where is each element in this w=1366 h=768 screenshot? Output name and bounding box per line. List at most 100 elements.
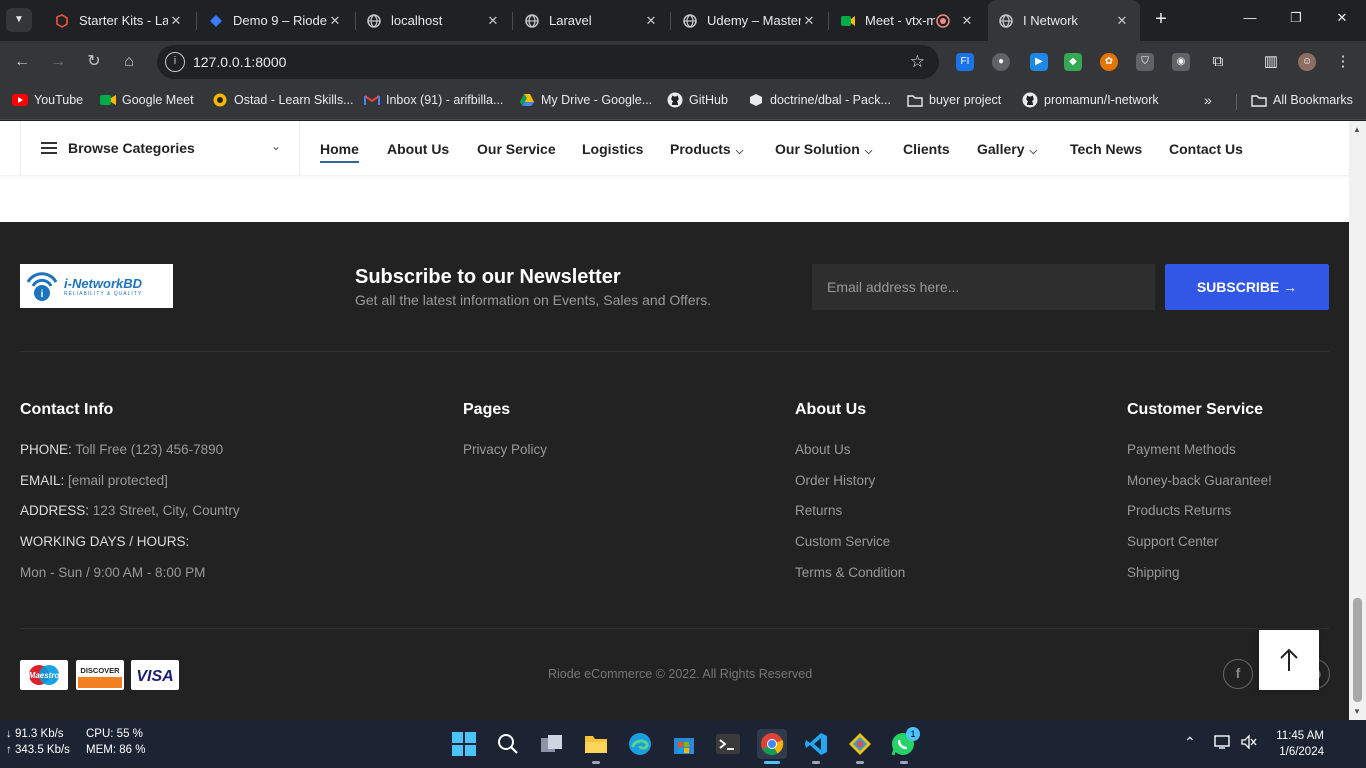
search-icon[interactable] [494, 730, 522, 758]
bookmark-ostad[interactable]: Ostad - Learn Skills... [212, 93, 354, 107]
extensions-puzzle-icon[interactable]: ⧉ [1209, 53, 1227, 71]
vscode-icon[interactable] [802, 730, 830, 758]
tab-laravel[interactable]: Laravel ✕ [514, 6, 669, 35]
footer-link-returns[interactable]: Returns [795, 503, 842, 518]
facebook-icon[interactable]: f [1223, 659, 1253, 689]
footer-link-money-back[interactable]: Money-back Guarantee! [1127, 473, 1272, 488]
forward-button[interactable]: → [48, 52, 68, 72]
scrollbar-thumb[interactable] [1353, 598, 1362, 702]
url-text[interactable]: 127.0.0.1:8000 [193, 54, 286, 70]
page-scrollbar[interactable]: ▲ ▼ [1349, 121, 1366, 720]
site-info-icon[interactable]: i [165, 52, 185, 72]
close-tab-icon[interactable]: ✕ [801, 13, 817, 29]
tab-meet[interactable]: Meet - vtx-m ✕ [830, 6, 985, 35]
nav-our-solution[interactable]: Our Solution ⌵ [775, 141, 872, 157]
bookmarks-overflow-icon[interactable]: » [1204, 92, 1212, 108]
close-tab-icon[interactable]: ✕ [327, 13, 343, 29]
side-panel-icon[interactable]: ▥ [1262, 53, 1280, 71]
close-window-button[interactable]: ✕ [1332, 10, 1352, 26]
bookmark-doctrine[interactable]: doctrine/dbal - Pack... [748, 93, 891, 107]
close-tab-icon[interactable]: ✕ [959, 13, 975, 29]
footer-logo[interactable]: i i-NetworkBD RELIABILITY & QUALITY [20, 264, 173, 308]
tab-localhost[interactable]: localhost ✕ [356, 6, 511, 35]
network-icon[interactable] [1214, 734, 1232, 753]
nav-logistics[interactable]: Logistics [582, 141, 643, 157]
extension-mouse-icon[interactable]: ● [992, 53, 1010, 71]
windows-start-icon[interactable] [450, 730, 478, 758]
folder-icon [1251, 93, 1267, 107]
bookmark-folder-buyer-project[interactable]: buyer project [907, 93, 1001, 107]
tab-starter-kits[interactable]: Starter Kits - Lara ✕ [44, 6, 194, 35]
browse-categories-dropdown[interactable]: Browse Categories ⌄ [20, 121, 300, 175]
chrome-menu-icon[interactable]: ⋮ [1334, 53, 1352, 71]
volume-muted-icon[interactable] [1240, 734, 1258, 753]
all-bookmarks-button[interactable]: All Bookmarks [1251, 93, 1353, 107]
restore-button[interactable]: ❐ [1286, 10, 1306, 26]
nav-tech-news[interactable]: Tech News [1070, 141, 1142, 157]
chrome-icon[interactable] [757, 729, 787, 759]
footer-link-products-returns[interactable]: Products Returns [1127, 503, 1231, 518]
extension-shield-icon[interactable]: ⛉ [1136, 53, 1154, 71]
task-view-icon[interactable] [538, 730, 566, 758]
back-button[interactable]: ← [12, 52, 32, 72]
bookmark-promamun[interactable]: promamun/I-network [1022, 92, 1159, 108]
scroll-up-arrow-icon[interactable]: ▲ [1353, 125, 1361, 134]
microsoft-store-icon[interactable] [670, 730, 698, 758]
contact-info-title: Contact Info [20, 401, 114, 418]
newsletter-email-input[interactable] [812, 264, 1155, 310]
nav-products[interactable]: Products ⌵ [670, 141, 743, 157]
extension-fi-icon[interactable]: FI [956, 53, 974, 71]
footer-link-privacy-policy[interactable]: Privacy Policy [463, 442, 547, 457]
footer-link-order-history[interactable]: Order History [795, 473, 875, 488]
phone-value[interactable]: Toll Free (123) 456-7890 [75, 442, 223, 457]
home-button[interactable]: ⌂ [119, 52, 139, 72]
git-kraken-icon[interactable] [846, 730, 874, 758]
nav-our-service[interactable]: Our Service [477, 141, 556, 157]
reload-button[interactable]: ↻ [84, 52, 104, 72]
scroll-to-top-button[interactable] [1259, 630, 1319, 690]
system-clock[interactable]: 11:45 AM 1/6/2024 [1268, 728, 1324, 760]
profile-avatar[interactable]: ☺ [1298, 53, 1316, 71]
tab-demo9-riode[interactable]: Demo 9 – Riode ✕ [198, 6, 353, 35]
footer-link-terms[interactable]: Terms & Condition [795, 565, 905, 580]
nav-clients[interactable]: Clients [903, 141, 950, 157]
email-value[interactable]: [email protected] [68, 473, 168, 488]
file-explorer-icon[interactable] [582, 730, 610, 758]
tab-udemy[interactable]: Udemy – Master ✕ [672, 6, 827, 35]
extension-camera-icon[interactable]: ◉ [1172, 53, 1190, 71]
copyright-text: Riode eCommerce © 2022. All Rights Reser… [548, 667, 813, 681]
bookmark-youtube[interactable]: YouTube [12, 93, 83, 107]
bookmark-my-drive[interactable]: My Drive - Google... [519, 93, 652, 107]
edge-icon[interactable] [626, 730, 654, 758]
chevron-up-icon[interactable]: ⌃ [1184, 734, 1196, 751]
scroll-down-arrow-icon[interactable]: ▼ [1353, 707, 1361, 716]
phone-label: PHONE: [20, 442, 72, 457]
extension-cookie-icon[interactable]: ✿ [1100, 53, 1118, 71]
footer-link-support-center[interactable]: Support Center [1127, 534, 1219, 549]
nav-gallery[interactable]: Gallery ⌵ [977, 141, 1037, 157]
footer-link-payment-methods[interactable]: Payment Methods [1127, 442, 1236, 457]
close-tab-icon[interactable]: ✕ [1114, 13, 1130, 29]
tab-search-button[interactable]: ▼ [6, 8, 32, 32]
terminal-icon[interactable] [714, 730, 742, 758]
bookmark-google-meet[interactable]: Google Meet [100, 93, 194, 107]
close-tab-icon[interactable]: ✕ [168, 13, 184, 29]
bookmark-star-icon[interactable]: ☆ [910, 52, 925, 72]
footer-link-custom-service[interactable]: Custom Service [795, 534, 890, 549]
nav-contact-us[interactable]: Contact Us [1169, 141, 1243, 157]
footer-link-about-us[interactable]: About Us [795, 442, 851, 457]
bookmark-github[interactable]: GitHub [667, 92, 728, 108]
close-tab-icon[interactable]: ✕ [485, 13, 501, 29]
new-tab-button[interactable]: + [1150, 8, 1172, 31]
close-tab-icon[interactable]: ✕ [643, 13, 659, 29]
bookmark-inbox[interactable]: Inbox (91) - arifbilla... [364, 93, 503, 107]
nav-home[interactable]: Home [320, 141, 359, 163]
footer-link-shipping[interactable]: Shipping [1127, 565, 1180, 580]
nav-about-us[interactable]: About Us [387, 141, 449, 157]
subscribe-button[interactable]: SUBSCRIBE → [1165, 264, 1329, 310]
extension-google-icon[interactable]: ◆ [1064, 53, 1082, 71]
address-bar[interactable]: i 127.0.0.1:8000 ☆ [157, 45, 939, 79]
minimize-button[interactable]: — [1240, 10, 1260, 25]
tab-i-network[interactable]: I Network ✕ [988, 0, 1140, 41]
extension-blue-icon[interactable]: ▶ [1030, 53, 1048, 71]
